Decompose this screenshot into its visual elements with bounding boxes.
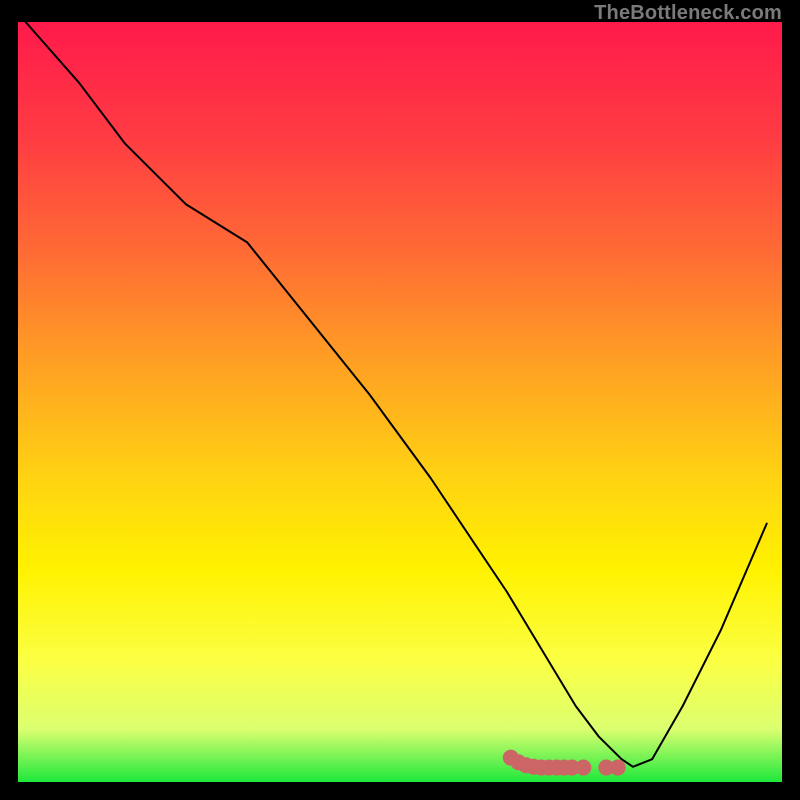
chart-frame: TheBottleneck.com — [0, 0, 800, 800]
optimal-marker-point — [610, 760, 626, 776]
chart-svg — [18, 22, 782, 782]
gradient-background — [18, 22, 782, 782]
plot-area — [18, 22, 782, 782]
optimal-marker-point — [575, 760, 591, 776]
